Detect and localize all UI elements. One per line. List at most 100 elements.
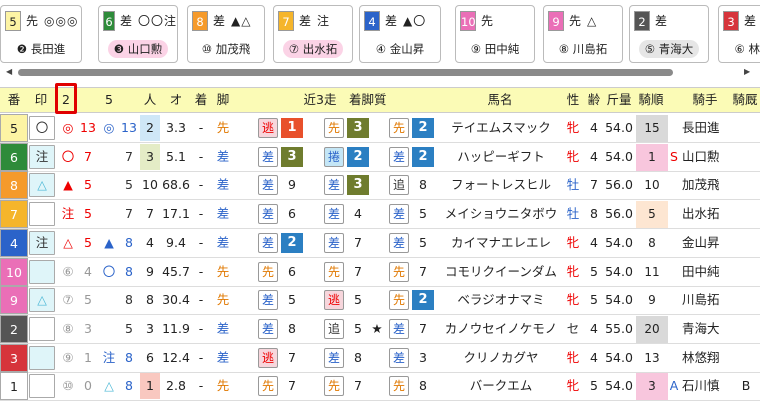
table-row[interactable]: 6 注〇 7 7 3 5.1- 差差 3 捲 2 差 2 ハッピーギフト牝 4 54.0 1 S 山口勲 xyxy=(0,142,760,172)
odds: 9.4 xyxy=(166,234,186,250)
table-row[interactable]: 9 △ ⑦ 5 8 8 30.4- 先差 5 逃 5 先 2 ベラジオナマミ牝 5 54.0 9 川島拓 xyxy=(0,286,760,316)
table-row[interactable]: 10 ⑥ 4 〇 8 9 45.7- 先先 6 先 7 先 7 コモリクイーンダム牝 5 54.0 11 田中純 xyxy=(0,257,760,287)
scroll-right-arrow-icon[interactable]: ▶ xyxy=(744,67,750,76)
table-row[interactable]: 7 注 5 7 7 17.1- 差差 6 差 4 差 5 メイショウニタボウ牡 8 56.0 5 出水拓 xyxy=(0,200,760,230)
recent-run-style: 先 xyxy=(389,376,409,397)
entry-card-bottom: ⑩ 加茂飛 xyxy=(188,35,264,62)
mark-cell[interactable] xyxy=(29,316,55,341)
finish: - xyxy=(198,349,204,365)
entry-card-top: 4 差 ▲〇 xyxy=(360,6,440,35)
sex: 牝 xyxy=(566,120,580,135)
mark-cell[interactable]: △ xyxy=(29,173,55,198)
pred5-count: 8 xyxy=(125,378,133,394)
jockey-name: 加茂飛 xyxy=(682,177,720,193)
pred5-count: 13 xyxy=(121,120,137,135)
pred5-mark: 注 xyxy=(102,349,116,365)
recent-run-style: 先 xyxy=(324,118,344,138)
horse-name[interactable]: バークエム xyxy=(440,372,562,400)
jockey-rank: 13 xyxy=(644,350,660,365)
entry-marks: 〇〇注 xyxy=(137,14,177,28)
horizontal-scrollbar[interactable]: ◀ ▶ xyxy=(0,66,760,80)
pred2-mark: ▲ xyxy=(63,177,73,193)
jockey-grade: S xyxy=(670,148,678,164)
entry-card-bottom: ⑨ 田中純 xyxy=(456,35,534,62)
table-row[interactable]: 2 ⑧ 3 5 3 11.9- 差差 8 追 5 ★ 差 7 カノウセイノケモノセ 4 55.0 20 青海大 xyxy=(0,314,760,344)
finish: - xyxy=(198,148,204,164)
horse-name[interactable]: カイマナエレエレ xyxy=(440,229,562,257)
mark-cell[interactable]: 注 xyxy=(29,230,55,255)
column-header: 斤量 xyxy=(606,92,632,107)
table-row[interactable]: 4 注 △ 5 ▲ 8 4 9.4- 差差 2 差 7 差 5 カイマナエレエレ牝 4 54.0 8 金山昇 xyxy=(0,228,760,258)
recent-run-style: 先 xyxy=(389,118,409,138)
trainer-grade: B xyxy=(741,378,751,394)
jockey-rank: 1 xyxy=(636,143,668,171)
entry-card-bottom: ⑥ 林悠 xyxy=(719,35,760,62)
running-style: 差 xyxy=(216,349,230,365)
horse-name[interactable]: テイエムスマック xyxy=(440,114,562,142)
table-row[interactable]: 8 △ ▲ 5 5 10 68.6- 差差 9 差 3 追 8 フォートレスヒル牡 7 56.0 10 加茂飛 xyxy=(0,171,760,201)
horse-name[interactable]: ハッピーギフト xyxy=(440,143,562,171)
entry-number-badge: 5 xyxy=(5,10,21,31)
column-header: 齢 xyxy=(587,92,601,107)
entry-card-top: 6 差〇〇注 xyxy=(99,6,177,35)
jockey-rank: 10 xyxy=(644,178,660,193)
entry-card[interactable]: 3差 ⑥ 林悠 xyxy=(718,5,760,63)
entry-card[interactable]: 6 差〇〇注 ❸ 山口勲 xyxy=(98,5,178,63)
prediction-mark xyxy=(30,258,54,286)
horse-name[interactable]: フォートレスヒル xyxy=(440,171,562,199)
mark-cell[interactable]: 〇 xyxy=(29,116,55,140)
horse-name[interactable]: コモリクイーンダム xyxy=(440,258,562,286)
recent-run-finish: 5 xyxy=(288,292,296,308)
recent-run-style: 先 xyxy=(389,290,409,311)
trainer-grade xyxy=(738,200,754,228)
pred5-count: 5 xyxy=(125,177,133,193)
horse-name[interactable]: カノウセイノケモノ xyxy=(440,315,562,343)
odds: 12.4 xyxy=(162,349,190,365)
recent-run-style: 差 xyxy=(324,232,344,253)
table-row[interactable]: 1 ⑩ 0 △ 8 1 2.8- 先先 7 先 7 先 8 バークエム牝 5 54.0 3 A 石川慎 B xyxy=(0,372,760,401)
entry-number-badge: 8 xyxy=(192,10,208,31)
mark-cell[interactable]: 注 xyxy=(29,144,55,169)
recent-run-finish: 7 xyxy=(354,263,362,279)
horse-number: 8 xyxy=(0,171,28,200)
entry-marks: 注 xyxy=(317,14,331,28)
entry-card[interactable]: 2差 ⑤ 青海大 xyxy=(629,5,709,63)
recent-run-finish: 7 xyxy=(419,263,427,279)
weight: 54.0 xyxy=(605,234,633,250)
prediction-mark: △ xyxy=(37,177,47,193)
horse-name[interactable]: メイショウニタボウ xyxy=(440,200,562,228)
entry-card-top: 2差 xyxy=(630,6,708,35)
scroll-left-arrow-icon[interactable]: ◀ xyxy=(6,67,12,76)
entry-card[interactable]: 7差注 ⑦ 出水拓 xyxy=(273,5,353,63)
mark-cell[interactable] xyxy=(29,202,55,227)
entry-card[interactable]: 8 差 ▲△ ⑩ 加茂飛 xyxy=(187,5,265,63)
entry-card[interactable]: 10 先 ⑨ 田中純 xyxy=(455,5,535,63)
prediction-mark: △ xyxy=(37,292,47,308)
mark-cell[interactable] xyxy=(29,374,55,399)
running-style: 差 xyxy=(216,320,230,336)
horse-name[interactable]: クリノカグヤ xyxy=(440,344,562,372)
pred2-count: 7 xyxy=(84,148,92,164)
jockey-grade xyxy=(668,229,680,257)
jockey-rank: 3 xyxy=(636,373,668,401)
entry-card[interactable]: 4 差 ▲〇 ④ 金山昇 xyxy=(359,5,441,63)
entry-jockey: ⑦ 出水拓 xyxy=(282,39,344,58)
mark-cell[interactable] xyxy=(29,345,55,370)
recent-run-style: 差 xyxy=(324,204,344,225)
mark-cell[interactable]: △ xyxy=(29,288,55,313)
table-row[interactable]: 3 ⑨ 1 注 8 6 12.4- 差逃 7 差 8 差 3 クリノカグヤ牝 4 54.0 13 林悠翔 xyxy=(0,343,760,373)
column-header: 番 xyxy=(7,92,21,107)
table-row[interactable]: 5 〇 ◎ 13 ◎ 13 2 3.3- 先逃 1 先 3 先 2 テイエムスマック牝 4 54.0 15 長田進 xyxy=(0,114,760,143)
entry-card[interactable]: 9 先 △ ⑧ 川島拓 xyxy=(543,5,623,63)
age: 4 xyxy=(590,349,598,365)
mark-cell[interactable] xyxy=(29,258,55,286)
scrollbar-thumb[interactable] xyxy=(18,69,673,76)
entry-card[interactable]: 5 先 ◎◎◎ ❷ 長田進 xyxy=(0,5,82,63)
horse-name[interactable]: ベラジオナマミ xyxy=(440,286,562,314)
recent-run-style: 逃 xyxy=(258,118,278,138)
popularity: 3 xyxy=(140,143,160,170)
jockey-grade xyxy=(668,315,680,343)
entry-card-top: 10 先 xyxy=(456,6,534,35)
entry-card-top: 7差注 xyxy=(274,6,352,35)
column-header: 性 xyxy=(566,92,580,107)
